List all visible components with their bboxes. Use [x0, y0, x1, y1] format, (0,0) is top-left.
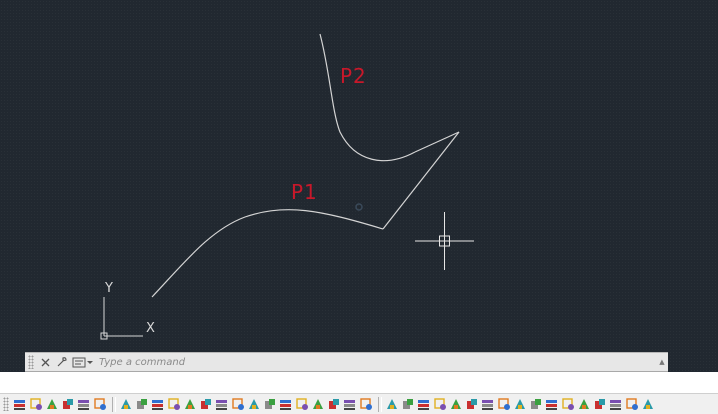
command-history-icon[interactable] [72, 354, 94, 370]
view-pan-icon[interactable] [641, 397, 655, 412]
layer-unlock-icon[interactable] [279, 397, 293, 412]
layer-translate-icon[interactable] [327, 397, 341, 412]
ucs-x-label: X [146, 321, 155, 336]
view-nw-icon[interactable] [545, 397, 559, 412]
layer-state-icon[interactable] [29, 397, 43, 412]
toolbar-separator [112, 396, 116, 412]
label-p2: P2 [340, 64, 367, 88]
layer-match-icon[interactable] [119, 397, 133, 412]
layer-unisolate-icon[interactable] [231, 397, 245, 412]
layer-filter-icon[interactable] [343, 397, 357, 412]
ucs-y-label: Y [105, 281, 113, 296]
command-input[interactable] [97, 354, 658, 370]
command-scroll-icon[interactable]: ▲ [658, 354, 666, 370]
settings-icon[interactable] [55, 354, 69, 370]
ucs-icon [100, 297, 143, 340]
drawing-svg [100, 33, 474, 340]
toolbar-grip-icon[interactable] [3, 397, 9, 411]
view-orbit-icon[interactable] [561, 397, 575, 412]
layer-on-icon[interactable] [263, 397, 277, 412]
line-segment-lower[interactable] [382, 131, 460, 230]
spline-p2[interactable] [319, 33, 416, 162]
view-top-icon[interactable] [401, 397, 415, 412]
status-strip [0, 372, 718, 393]
view-sw-icon[interactable] [497, 397, 511, 412]
layer-delete-icon[interactable] [183, 397, 197, 412]
layer-lock-icon[interactable] [93, 397, 107, 412]
view-back-icon[interactable] [481, 397, 495, 412]
view-fly-icon[interactable] [609, 397, 623, 412]
command-line: ▲ [25, 352, 668, 372]
view-walk-icon[interactable] [593, 397, 607, 412]
layer-previous-icon[interactable] [135, 397, 149, 412]
close-icon[interactable] [38, 354, 52, 370]
drawing-canvas[interactable]: P2 P1 Y X [0, 0, 718, 372]
line-segment-upper[interactable] [414, 131, 460, 153]
bottom-toolbar [0, 393, 718, 414]
view-ne-icon[interactable] [529, 397, 543, 412]
toolbar-separator [378, 396, 382, 412]
snap-marker-icon [355, 203, 363, 211]
label-p1: P1 [291, 180, 318, 204]
crosshair-cursor-icon [415, 212, 474, 270]
command-line-grip-icon[interactable] [28, 355, 34, 369]
layer-walk-icon[interactable] [151, 397, 165, 412]
layer-properties-icon[interactable] [13, 397, 27, 412]
layer-merge-icon[interactable] [167, 397, 181, 412]
view-bottom-icon[interactable] [417, 397, 431, 412]
view-left-icon[interactable] [433, 397, 447, 412]
layer-color-icon[interactable] [199, 397, 213, 412]
spline-p1[interactable] [151, 209, 384, 298]
view-3d-icon[interactable] [385, 397, 399, 412]
layer-current-icon[interactable] [311, 397, 325, 412]
view-se-icon[interactable] [513, 397, 527, 412]
layer-freeze-icon[interactable] [61, 397, 75, 412]
view-front-icon[interactable] [465, 397, 479, 412]
layer-isolate-icon[interactable] [45, 397, 59, 412]
view-zoom-icon[interactable] [625, 397, 639, 412]
view-right-icon[interactable] [449, 397, 463, 412]
layer-settings-icon[interactable] [359, 397, 373, 412]
view-camera-icon[interactable] [577, 397, 591, 412]
layer-thaw-icon[interactable] [247, 397, 261, 412]
layer-copy-icon[interactable] [215, 397, 229, 412]
layer-off-icon[interactable] [77, 397, 91, 412]
layer-change-icon[interactable] [295, 397, 309, 412]
